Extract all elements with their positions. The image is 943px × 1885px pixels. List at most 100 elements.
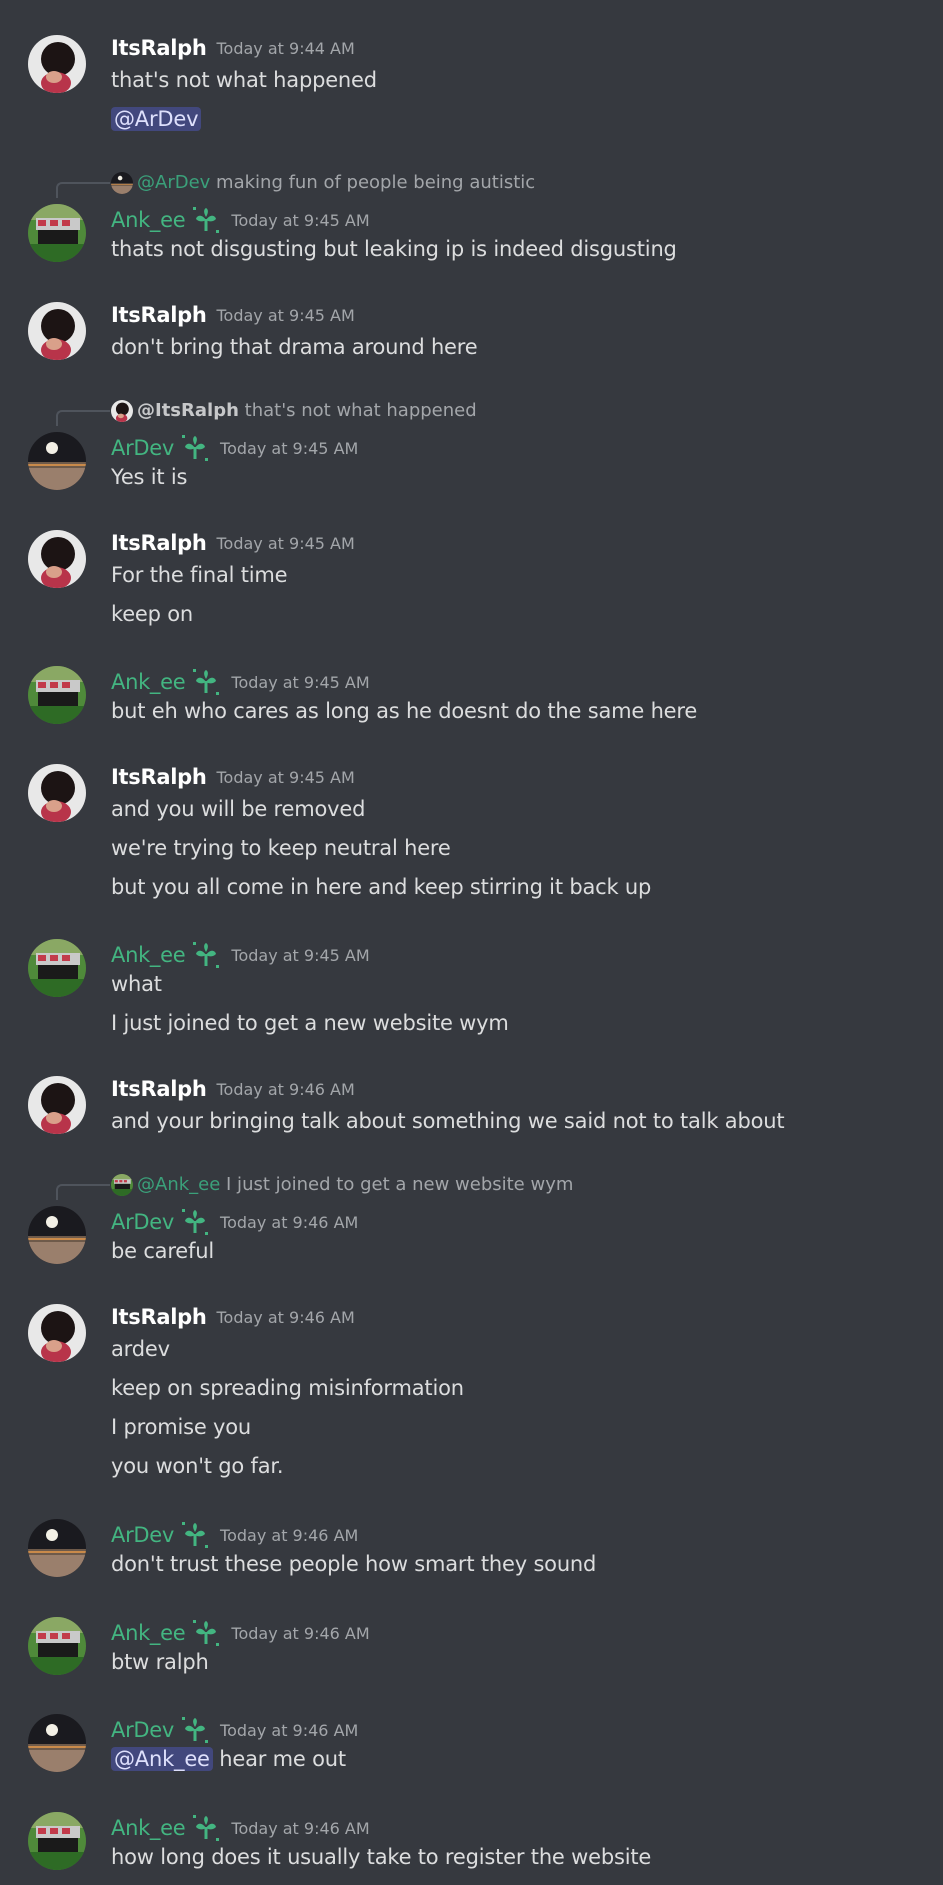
timestamp: Today at 9:46 AM (216, 1079, 355, 1099)
reply-text: that's not what happened (244, 400, 477, 421)
message-text: don't bring that drama around here (111, 335, 478, 359)
reply-avatar (111, 1174, 133, 1196)
message-header: ItsRalph Today at 9:46 AM (111, 1077, 355, 1107)
message-text: don't trust these people how smart they … (111, 1552, 597, 1576)
message-text: Yes it is (111, 465, 188, 489)
user-avatar[interactable] (28, 1812, 86, 1870)
user-avatar[interactable] (28, 432, 86, 490)
username[interactable]: ItsRalph (111, 303, 207, 327)
username[interactable]: ItsRalph (111, 1077, 207, 1101)
username[interactable]: Ank_ee (111, 1621, 186, 1645)
message-text: be careful (111, 1239, 214, 1263)
timestamp: Today at 9:46 AM (220, 1525, 359, 1545)
message-text: you won't go far. (111, 1454, 284, 1478)
timestamp: Today at 9:45 AM (231, 210, 370, 230)
message-text: how long does it usually take to registe… (111, 1845, 652, 1869)
username[interactable]: ArDev (111, 436, 174, 460)
message-header: ArDev Today at 9:45 AM (111, 433, 358, 463)
reply-connector (56, 1184, 110, 1200)
message-header: ArDev Today at 9:46 AM (111, 1207, 358, 1237)
sprout-badge-icon (185, 207, 221, 233)
reply-connector (56, 182, 110, 198)
reply-username[interactable]: @ItsRalph (137, 400, 239, 421)
user-avatar[interactable] (28, 666, 86, 724)
reply-avatar (111, 400, 133, 422)
message-header: Ank_ee Today at 9:45 AM (111, 667, 370, 697)
timestamp: Today at 9:46 AM (231, 1623, 370, 1643)
message-text: we're trying to keep neutral here (111, 836, 451, 860)
user-avatar[interactable] (28, 1076, 86, 1134)
message-text: @ArDev (111, 107, 202, 131)
user-avatar[interactable] (28, 1304, 86, 1362)
username[interactable]: ArDev (111, 1523, 174, 1547)
timestamp: Today at 9:45 AM (231, 672, 370, 692)
sprout-badge-icon (174, 1522, 210, 1548)
timestamp: Today at 9:46 AM (220, 1720, 359, 1740)
timestamp: Today at 9:46 AM (216, 1307, 355, 1327)
user-mention[interactable]: @ArDev (111, 107, 202, 131)
message-header: ItsRalph Today at 9:44 AM (111, 36, 355, 66)
timestamp: Today at 9:45 AM (220, 438, 359, 458)
timestamp: Today at 9:45 AM (216, 305, 355, 325)
user-avatar[interactable] (28, 1206, 86, 1264)
message-text: and you will be removed (111, 797, 366, 821)
reply-preview[interactable]: @ItsRalph that's not what happened (111, 400, 477, 422)
sprout-badge-icon (185, 942, 221, 968)
message-text-rest: hear me out (212, 1747, 346, 1771)
message-text: that's not what happened (111, 68, 377, 92)
message-header: ItsRalph Today at 9:45 AM (111, 303, 355, 333)
message-text: I promise you (111, 1415, 252, 1439)
message-text: but eh who cares as long as he doesnt do… (111, 699, 698, 723)
message-header: ArDev Today at 9:46 AM (111, 1520, 358, 1550)
chat-message-list: ItsRalph Today at 9:44 AM that's not what … (0, 0, 943, 1885)
message-header: Ank_ee Today at 9:46 AM (111, 1813, 370, 1843)
timestamp: Today at 9:44 AM (216, 38, 355, 58)
user-avatar[interactable] (28, 764, 86, 822)
username[interactable]: Ank_ee (111, 670, 186, 694)
message-text: btw ralph (111, 1650, 209, 1674)
message-text: but you all come in here and keep stirri… (111, 875, 652, 899)
sprout-badge-icon (185, 1815, 221, 1841)
reply-avatar (111, 172, 133, 194)
sprout-badge-icon (174, 435, 210, 461)
timestamp: Today at 9:46 AM (231, 1818, 370, 1838)
reply-username[interactable]: @ArDev (137, 172, 210, 193)
reply-username[interactable]: @Ank_ee (137, 1174, 220, 1195)
username[interactable]: ItsRalph (111, 765, 207, 789)
user-avatar[interactable] (28, 302, 86, 360)
user-avatar[interactable] (28, 204, 86, 262)
sprout-badge-icon (174, 1209, 210, 1235)
username[interactable]: ItsRalph (111, 36, 207, 60)
reply-connector (56, 410, 110, 426)
message-text: I just joined to get a new website wym (111, 1011, 509, 1035)
user-avatar[interactable] (28, 1714, 86, 1772)
user-avatar[interactable] (28, 1519, 86, 1577)
sprout-badge-icon (185, 669, 221, 695)
username[interactable]: ItsRalph (111, 531, 207, 555)
username[interactable]: Ank_ee (111, 1816, 186, 1840)
username[interactable]: Ank_ee (111, 943, 186, 967)
message-text: @Ank_ee hear me out (111, 1747, 346, 1771)
timestamp: Today at 9:45 AM (216, 767, 355, 787)
username[interactable]: ArDev (111, 1210, 174, 1234)
message-text: keep on (111, 602, 194, 626)
reply-preview[interactable]: @Ank_ee I just joined to get a new websi… (111, 1174, 573, 1196)
message-text: keep on spreading misinformation (111, 1376, 464, 1400)
username[interactable]: ArDev (111, 1718, 174, 1742)
user-mention[interactable]: @Ank_ee (111, 1747, 213, 1771)
reply-preview[interactable]: @ArDev making fun of people being autist… (111, 172, 535, 194)
message-text: thats not disgusting but leaking ip is i… (111, 237, 677, 261)
message-header: ItsRalph Today at 9:45 AM (111, 531, 355, 561)
username[interactable]: ItsRalph (111, 1305, 207, 1329)
user-avatar[interactable] (28, 1617, 86, 1675)
message-text: ardev (111, 1337, 170, 1361)
message-header: Ank_ee Today at 9:45 AM (111, 940, 370, 970)
reply-text: I just joined to get a new website wym (226, 1174, 574, 1195)
sprout-badge-icon (185, 1620, 221, 1646)
user-avatar[interactable] (28, 939, 86, 997)
user-avatar[interactable] (28, 530, 86, 588)
message-text: and your bringing talk about something w… (111, 1109, 785, 1133)
message-text: what (111, 972, 162, 996)
username[interactable]: Ank_ee (111, 208, 186, 232)
user-avatar[interactable] (28, 35, 86, 93)
